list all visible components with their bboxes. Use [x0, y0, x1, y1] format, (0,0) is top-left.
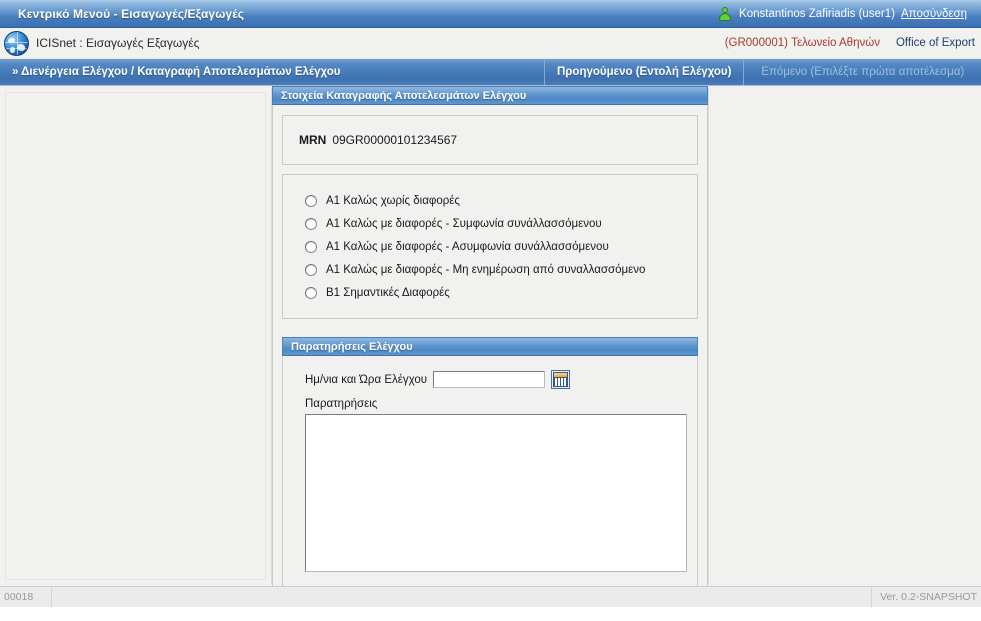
status-bar-spacer [52, 587, 871, 607]
result-option-a1-diff-no-notification[interactable]: Α1 Καλώς με διαφορές - Μη ενημέρωση από … [305, 258, 697, 281]
navigation-bar: » Διενέργεια Ελέγχου / Καταγραφή Αποτελε… [0, 59, 981, 86]
result-option-label: Α1 Καλώς με διαφορές - Συμφωνία συνάλλασ… [326, 217, 602, 230]
version-label: Ver. 0.2-SNAPSHOT [871, 587, 981, 607]
inspection-results-section-title: Στοιχεία Καταγραφής Αποτελεσμάτων Ελέγχο… [272, 86, 708, 105]
radio-icon[interactable] [305, 217, 317, 230]
observations-section: Παρατηρήσεις Ελέγχου Ημ/νια και Ώρα Ελέγ… [282, 337, 698, 591]
inspection-results-section: Στοιχεία Καταγραφής Αποτελεσμάτων Ελέγχο… [272, 86, 708, 591]
notes-label: Παρατηρήσεις [305, 398, 378, 410]
mrn-group: MRN 09GR00000101234567 [282, 115, 698, 165]
screen-id-label: 00018 [0, 587, 52, 607]
previous-button[interactable]: Προηγούμενο (Εντολή Ελέγχου) [545, 59, 745, 85]
inspection-datetime-input[interactable] [433, 371, 546, 388]
result-options-group: Α1 Καλώς χωρίς διαφορές Α1 Καλώς με διαφ… [282, 174, 698, 319]
user-icon [718, 6, 731, 21]
result-option-label: Α1 Καλώς με διαφορές - Μη ενημέρωση από … [326, 263, 646, 276]
office-area: (GR000001) Τελωνείο Αθηνών Office of Exp… [725, 37, 975, 49]
result-option-label: Α1 Καλώς με διαφορές - Ασυμφωνία συνάλλα… [326, 240, 609, 253]
brand-area: ICISnet : Εισαγωγές Εξαγωγές [4, 30, 200, 56]
result-option-label: Β1 Σημαντικές Διαφορές [326, 286, 450, 299]
left-pane [0, 88, 272, 584]
inspection-datetime-row: Ημ/νια και Ώρα Ελέγχου [297, 370, 683, 389]
logout-link[interactable]: Αποσύνδεση [901, 8, 967, 20]
observations-body: Ημ/νια και Ώρα Ελέγχου Παρατηρήσεις [282, 356, 698, 591]
radio-icon[interactable] [305, 286, 317, 299]
result-option-a1-diff-agreement[interactable]: Α1 Καλώς με διαφορές - Συμφωνία συνάλλασ… [305, 212, 697, 235]
result-option-b1-major-diff[interactable]: Β1 Σημαντικές Διαφορές [305, 281, 697, 304]
breadcrumb: » Διενέργεια Ελέγχου / Καταγραφή Αποτελε… [0, 59, 545, 85]
result-option-a1-diff-disagreement[interactable]: Α1 Καλώς με διαφορές - Ασυμφωνία συνάλλα… [305, 235, 697, 258]
radio-icon[interactable] [305, 263, 317, 276]
mrn-row: MRN 09GR00000101234567 [283, 116, 697, 164]
calendar-icon[interactable] [551, 370, 571, 389]
next-button: Επόμενο (Επιλέξτε πρώτα αποτέλεσμα) [744, 59, 981, 85]
globe-icon [4, 30, 29, 56]
username-label: Konstantinos Zafiriadis (user1) [739, 7, 895, 20]
radio-icon[interactable] [305, 194, 317, 207]
inspection-datetime-label: Ημ/νια και Ώρα Ελέγχου [305, 373, 428, 386]
content-area: Στοιχεία Καταγραφής Αποτελεσμάτων Ελέγχο… [0, 86, 981, 591]
result-option-a1-no-diff[interactable]: Α1 Καλώς χωρίς διαφορές [305, 189, 697, 212]
user-session-area: Konstantinos Zafiriadis (user1) Αποσύνδε… [718, 6, 973, 21]
mrn-value: 09GR00000101234567 [332, 133, 458, 147]
radio-icon[interactable] [305, 240, 317, 253]
mrn-label: MRN [299, 133, 327, 147]
observations-section-title: Παρατηρήσεις Ελέγχου [282, 337, 698, 356]
main-form-panel: Στοιχεία Καταγραφής Αποτελεσμάτων Ελέγχο… [272, 86, 708, 591]
left-pane-inner [5, 92, 266, 580]
brand-bar: ICISnet : Εισαγωγές Εξαγωγές (GR000001) … [0, 28, 981, 59]
right-pane [708, 88, 981, 584]
result-options-list: Α1 Καλώς χωρίς διαφορές Α1 Καλώς με διαφ… [283, 175, 697, 318]
notes-textarea[interactable] [305, 414, 687, 572]
inspection-results-body: MRN 09GR00000101234567 Α1 Καλώς χωρίς δι… [272, 105, 708, 591]
result-option-label: Α1 Καλώς χωρίς διαφορές [326, 194, 460, 207]
status-bar: 00018 Ver. 0.2-SNAPSHOT [0, 586, 981, 607]
office-code-label: (GR000001) Τελωνείο Αθηνών [724, 37, 880, 49]
office-role-label: Office of Export [895, 37, 975, 49]
app-name-label: ICISnet : Εισαγωγές Εξαγωγές [36, 36, 200, 50]
app-title: Κεντρικό Μενού - Εισαγωγές/Εξαγωγές [18, 6, 245, 21]
app-title-bar: Κεντρικό Μενού - Εισαγωγές/Εξαγωγές Kons… [0, 0, 981, 28]
